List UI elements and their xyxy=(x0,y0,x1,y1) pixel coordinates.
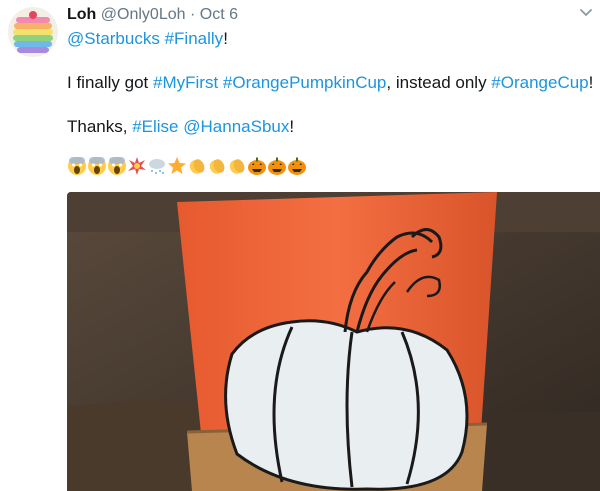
jack-o-lantern-icon xyxy=(288,157,306,175)
thanks-prefix: Thanks, xyxy=(67,117,133,136)
emoji-row xyxy=(67,156,307,180)
cloud-snow-icon xyxy=(149,159,165,174)
scream-icon xyxy=(108,157,126,175)
body-suffix: ! xyxy=(588,73,594,92)
chevron-down-icon[interactable] xyxy=(575,2,597,24)
thanks-line: Thanks, #Elise @HannaSbux! xyxy=(67,116,294,138)
scream-icon xyxy=(88,157,106,175)
reply-line: @Starbucks #Finally! xyxy=(67,28,228,50)
avatar[interactable] xyxy=(8,7,58,57)
avatar-image xyxy=(8,7,58,57)
hashtag-orangecup[interactable]: #OrangeCup xyxy=(491,73,588,92)
hashtag-orangepumpkincup[interactable]: #OrangePumpkinCup xyxy=(223,73,386,92)
author-handle[interactable]: @Only0Loh xyxy=(101,6,186,23)
pumpkin-cup-photo xyxy=(67,192,600,491)
body-line: I finally got #MyFirst #OrangePumpkinCup… xyxy=(67,72,593,94)
clap-icon xyxy=(209,159,225,174)
hashtag-elise[interactable]: #Elise xyxy=(132,117,178,136)
mention-hannasbux[interactable]: @HannaSbux xyxy=(183,117,289,136)
jack-o-lantern-icon xyxy=(248,157,266,175)
thanks-suffix: ! xyxy=(289,117,295,136)
tweet-header: Loh @Only0Loh · Oct 6 xyxy=(67,4,238,26)
mention-starbucks[interactable]: @Starbucks xyxy=(67,29,160,48)
star-icon xyxy=(168,157,186,174)
author-name[interactable]: Loh xyxy=(67,6,96,23)
tweet-photo[interactable] xyxy=(67,192,600,491)
clap-icon xyxy=(229,159,245,174)
hashtag-myfirst[interactable]: #MyFirst xyxy=(153,73,218,92)
separator: · xyxy=(189,6,196,23)
jack-o-lantern-icon xyxy=(268,157,286,175)
body-middle: , instead only xyxy=(386,73,492,92)
body-prefix: I finally got xyxy=(67,73,153,92)
collision-icon xyxy=(128,157,146,175)
hashtag-finally[interactable]: #Finally xyxy=(165,29,224,48)
scream-icon xyxy=(68,157,86,175)
reply-suffix: ! xyxy=(223,29,228,48)
clap-icon xyxy=(189,159,205,174)
tweet-date[interactable]: Oct 6 xyxy=(200,6,238,23)
